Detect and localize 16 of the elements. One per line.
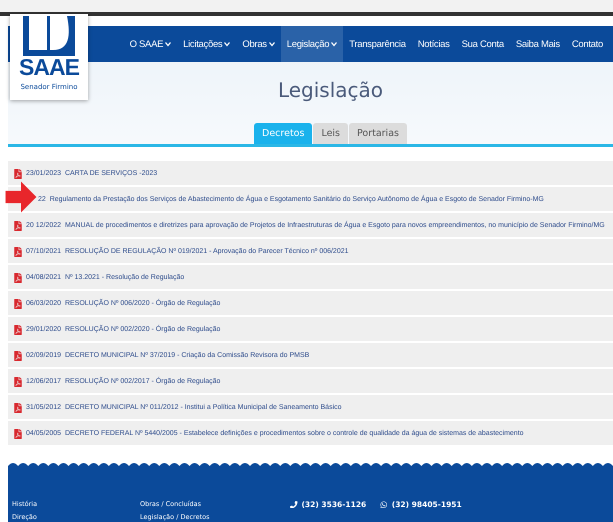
tab[interactable]: Portarias [349,123,407,144]
logo-wordmark: SAAE [19,56,79,79]
nav-link[interactable]: Obras [236,26,281,62]
nav-link[interactable]: Transparência [343,26,412,62]
arrow-icon [4,180,38,214]
phone-icon [290,500,298,508]
nav-link[interactable]: Contato [566,26,609,62]
nav-link[interactable]: Legislação [280,26,344,62]
nav-link[interactable]: O SAAE [124,26,178,62]
nav-link[interactable]: Notícias [412,26,456,62]
tab[interactable]: Leis [313,123,348,144]
page-title: Legislação [278,78,384,102]
chat-icon [380,500,388,508]
nav-link[interactable]: Licitações [177,26,236,62]
nav-link[interactable]: Saiba Mais [510,26,566,62]
nav-link[interactable]: Sua Conta [456,26,510,62]
